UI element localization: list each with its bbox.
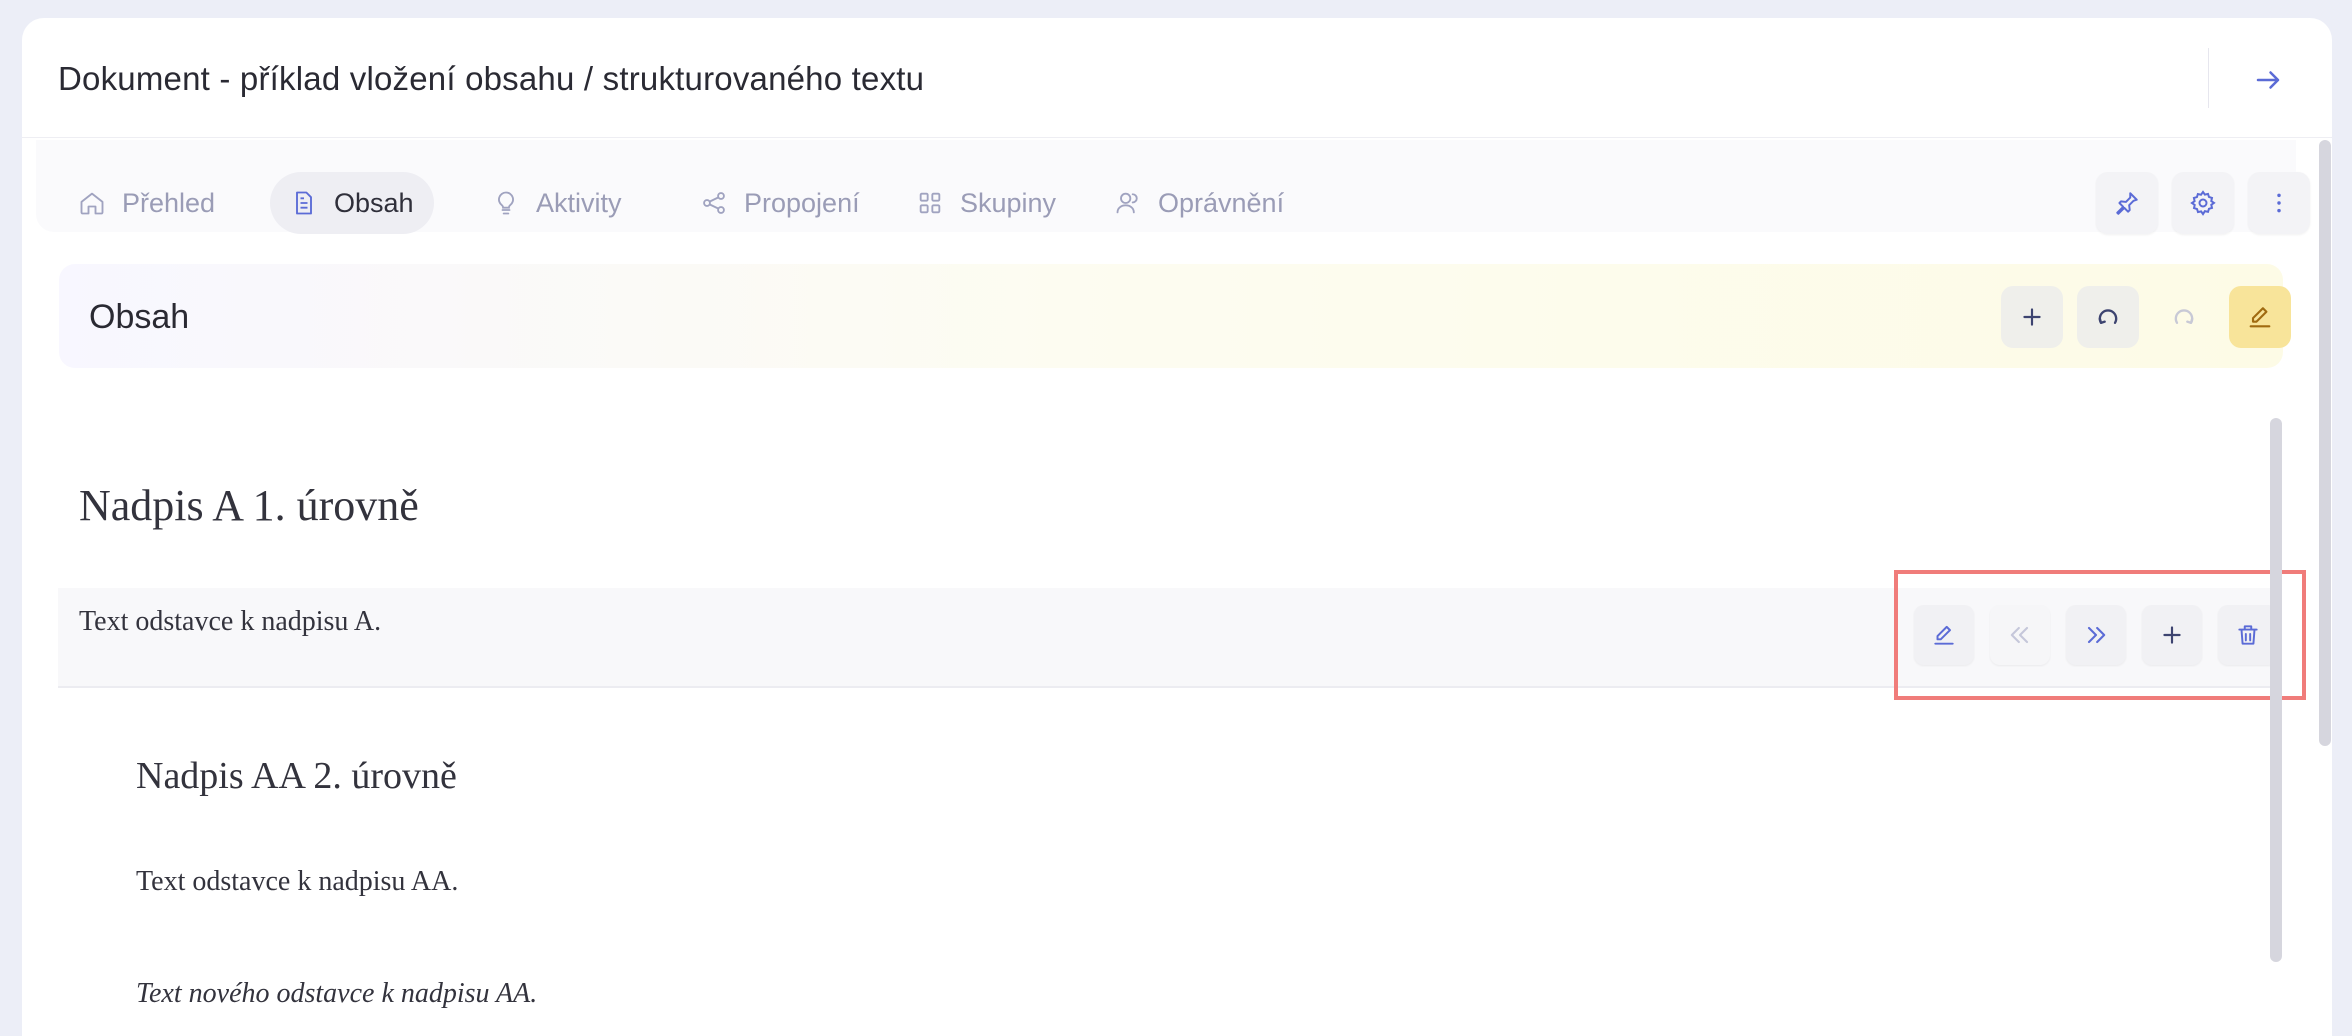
document-panel: Dokument - příklad vložení obsahu / stru… [22, 18, 2332, 1036]
plus-icon [2023, 308, 2041, 326]
tab-label: Propojení [744, 187, 860, 218]
tab-label: Skupiny [960, 187, 1057, 218]
tab-label: Oprávnění [1158, 187, 1285, 218]
row-actions-highlight [1894, 570, 2306, 700]
section-title: Obsah [89, 298, 190, 336]
content-scrollbar[interactable] [2270, 418, 2282, 962]
paragraph-text-italic[interactable]: Text nového odstavce k nadpisu AA. [136, 978, 537, 1010]
edit-mode-button[interactable] [2229, 286, 2291, 348]
indent-button[interactable] [2066, 605, 2126, 665]
tab-label: Aktivity [536, 187, 622, 218]
panel-scrollbar[interactable] [2319, 140, 2331, 746]
pencil-icon [1934, 625, 1954, 645]
paragraph-text: Text odstavce k nadpisu A. [79, 606, 382, 637]
settings-button[interactable] [2172, 172, 2234, 234]
tab-opravneni[interactable]: Oprávnění [1094, 172, 1304, 234]
content-area: Nadpis A 1. úrovně Text odstavce k nadpi… [22, 398, 2306, 1036]
trash-icon [2238, 625, 2258, 645]
paragraph-row-selected[interactable]: Text odstavce k nadpisu A. [58, 570, 2306, 700]
paragraph-text[interactable]: Text odstavce k nadpisu AA. [136, 866, 458, 898]
arrow-right-icon [2256, 71, 2280, 89]
undo-button[interactable] [2077, 286, 2139, 348]
more-vertical-icon [2277, 193, 2281, 213]
heading-level-2[interactable]: Nadpis AA 2. úrovně [136, 754, 457, 798]
edit-paragraph-button[interactable] [1914, 605, 1974, 665]
outdent-button[interactable] [1990, 605, 2050, 665]
tab-label: Přehled [122, 187, 216, 218]
tab-bar: Přehled Obsah Aktivity Propojení Skupiny… [36, 140, 2310, 234]
redo-icon [2174, 309, 2194, 324]
chevrons-left-icon [2010, 626, 2029, 644]
pin-button[interactable] [2096, 172, 2158, 234]
add-after-button[interactable] [2142, 605, 2202, 665]
delete-paragraph-button[interactable] [2218, 605, 2278, 665]
tab-label: Obsah [334, 187, 414, 218]
add-button[interactable] [2001, 286, 2063, 348]
toolbar [2096, 172, 2310, 234]
page-title: Dokument - příklad vložení obsahu / stru… [58, 60, 925, 97]
users-icon [1116, 192, 1138, 214]
lightbulb-icon [498, 191, 514, 215]
pin-icon [2116, 192, 2138, 215]
tab-propojeni[interactable]: Propojení [680, 172, 880, 234]
section-actions [2001, 286, 2291, 348]
document-icon [296, 191, 312, 215]
chevrons-right-icon [2087, 626, 2106, 644]
document-header: Dokument - příklad vložení obsahu / stru… [22, 18, 2332, 138]
plus-icon [2163, 626, 2181, 644]
tab-skupiny[interactable]: Skupiny [896, 172, 1076, 234]
heading-level-1[interactable]: Nadpis A 1. úrovně [79, 480, 419, 531]
tab-aktivity[interactable]: Aktivity [472, 172, 642, 234]
pencil-icon [2249, 307, 2271, 328]
header-divider [2208, 48, 2209, 108]
undo-icon [2098, 309, 2118, 324]
gear-icon [2190, 190, 2216, 216]
tab-obsah[interactable]: Obsah [270, 172, 434, 234]
home-icon [80, 192, 104, 215]
more-button[interactable] [2248, 172, 2310, 234]
section-header: Obsah [59, 264, 2291, 368]
open-button[interactable] [2248, 60, 2288, 100]
redo-button[interactable] [2153, 286, 2215, 348]
share-icon [703, 192, 725, 214]
tab-prehled[interactable]: Přehled [58, 172, 235, 234]
grid-icon [919, 192, 941, 214]
